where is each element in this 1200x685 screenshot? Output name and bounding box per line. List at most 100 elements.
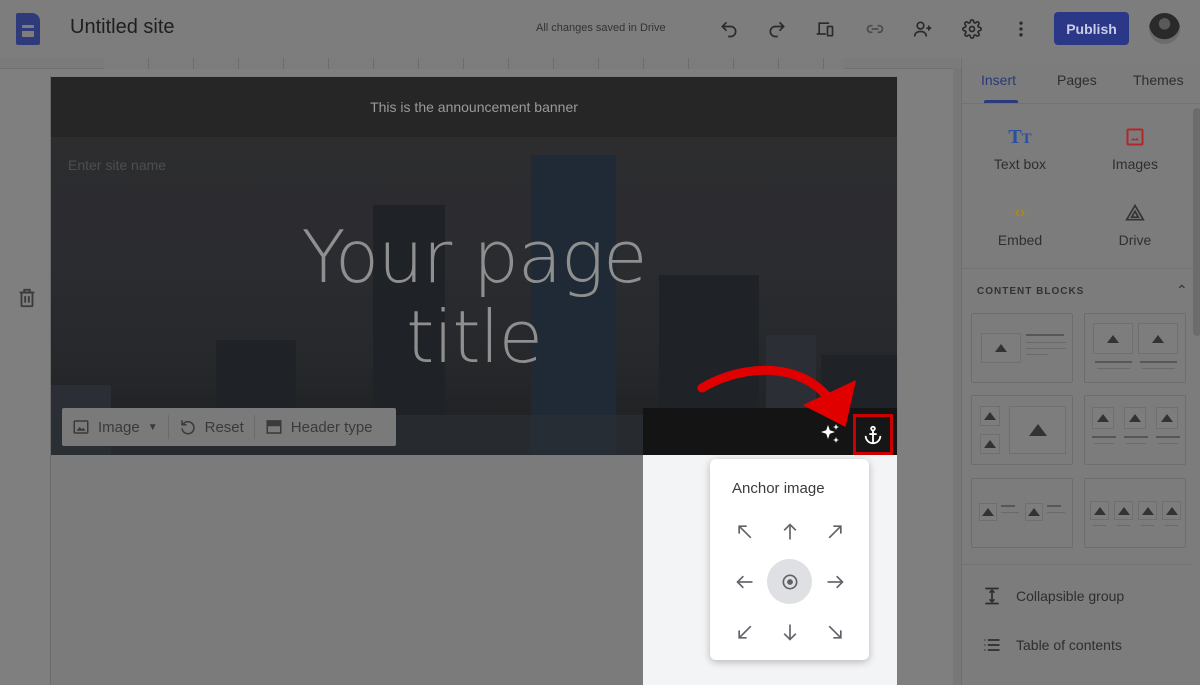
anchor-icon (864, 425, 882, 444)
panel-divider (962, 564, 1192, 565)
top-bar: Untitled site All changes saved in Drive… (0, 0, 1200, 58)
ruler (0, 58, 960, 69)
anchor-center-selected-icon[interactable] (767, 559, 812, 604)
annotation-red-arrow (697, 365, 857, 427)
embed-code-icon: ‹› (1014, 204, 1026, 221)
block-line (1140, 361, 1177, 363)
anchor-image-popup: Anchor image (710, 459, 869, 660)
content-blocks-header: CONTENT BLOCKS (977, 286, 1085, 297)
share-add-person-icon[interactable] (910, 16, 936, 42)
block-line (1047, 505, 1061, 507)
block-line (1124, 436, 1148, 438)
block-image-placeholder-icon (1114, 501, 1133, 520)
block-line (1141, 525, 1154, 526)
anchor-top-right-arrow-icon[interactable] (812, 509, 857, 554)
block-image-placeholder-icon (1090, 501, 1109, 520)
collapse-chevron-up-icon[interactable]: ⌃ (1176, 282, 1188, 299)
content-block-three-images[interactable] (1084, 395, 1186, 465)
block-line (1158, 443, 1178, 444)
block-line (1094, 443, 1114, 444)
insert-drive[interactable]: Drive (1080, 198, 1190, 248)
block-image-placeholder-icon (1093, 323, 1133, 354)
block-image-placeholder-icon (981, 333, 1021, 363)
block-line (1126, 443, 1146, 444)
drive-icon (1080, 198, 1190, 228)
text-box-icon: TT (1008, 125, 1032, 148)
block-line (1142, 368, 1175, 369)
settings-gear-icon[interactable] (959, 16, 985, 42)
block-image-placeholder-icon (980, 406, 1000, 426)
block-line (1001, 505, 1015, 507)
block-line (1026, 334, 1064, 336)
block-image-placeholder-icon (1009, 406, 1066, 454)
page-title-line1: Your page (301, 215, 648, 299)
more-vert-icon[interactable] (1008, 16, 1034, 42)
canvas-scrollbar[interactable] (953, 68, 961, 685)
header-type-button[interactable]: Header type (255, 408, 383, 446)
block-line (1001, 512, 1019, 513)
anchor-bottom-arrow-icon[interactable] (767, 609, 812, 654)
insert-images[interactable]: Images (1080, 122, 1190, 172)
redo-icon[interactable] (764, 16, 790, 42)
block-line (1165, 525, 1178, 526)
insert-images-label: Images (1112, 156, 1158, 172)
toc-list-icon (984, 639, 1000, 651)
insert-text-box-label: Text box (993, 156, 1047, 172)
site-title[interactable]: Untitled site (70, 16, 175, 39)
panel-scrollbar[interactable] (1193, 108, 1200, 336)
block-image-placeholder-icon (980, 434, 1000, 454)
header-type-label: Header type (290, 418, 373, 436)
insert-table-of-contents[interactable]: Table of contents (982, 635, 1122, 655)
content-block-two-images[interactable] (1084, 313, 1186, 383)
anchor-direction-grid (722, 509, 857, 659)
block-line (1097, 368, 1130, 369)
content-block-gallery[interactable] (971, 395, 1073, 465)
dropdown-caret-icon: ▼ (147, 421, 158, 433)
reset-button[interactable]: Reset (169, 408, 254, 446)
content-block-two-image-text[interactable] (971, 478, 1073, 548)
insert-embed[interactable]: ‹› Embed (965, 198, 1075, 248)
account-avatar[interactable] (1149, 13, 1180, 44)
active-tab-indicator (984, 100, 1018, 103)
anchor-bottom-right-arrow-icon[interactable] (812, 609, 857, 654)
publish-button[interactable]: Publish (1054, 12, 1129, 45)
image-icon (73, 420, 89, 434)
preview-devices-icon[interactable] (812, 16, 838, 42)
anchor-left-arrow-icon[interactable] (722, 559, 767, 604)
anchor-popup-title: Anchor image (732, 480, 825, 497)
tab-pages[interactable]: Pages (1057, 72, 1097, 88)
tab-themes[interactable]: Themes (1133, 72, 1184, 88)
block-image-placeholder-icon (1092, 407, 1114, 429)
anchor-top-arrow-icon[interactable] (767, 509, 812, 554)
block-image-placeholder-icon (1156, 407, 1178, 429)
block-image-placeholder-icon (979, 503, 997, 521)
block-image-placeholder-icon (1138, 501, 1157, 520)
insert-collapsible-group[interactable]: Collapsible group (982, 586, 1124, 606)
reset-icon (180, 420, 195, 435)
insert-embed-label: Embed (997, 232, 1043, 248)
header-type-icon (266, 420, 282, 434)
page-title[interactable]: Your page title (51, 217, 897, 377)
anchor-top-left-arrow-icon[interactable] (722, 509, 767, 554)
delete-section-trash-icon[interactable] (16, 287, 38, 309)
google-sites-logo-icon[interactable] (16, 13, 40, 45)
block-line (1047, 512, 1065, 513)
block-line (1026, 348, 1066, 349)
image-dropdown-button[interactable]: Image ▼ (62, 408, 168, 446)
content-block-four-images[interactable] (1084, 478, 1186, 548)
block-line (1026, 342, 1066, 343)
block-image-placeholder-icon (1124, 407, 1146, 429)
anchor-right-arrow-icon[interactable] (812, 559, 857, 604)
anchor-bottom-left-arrow-icon[interactable] (722, 609, 767, 654)
announcement-banner[interactable]: This is the announcement banner (51, 77, 897, 137)
site-name-input[interactable]: Enter site name (68, 157, 166, 173)
collapsible-icon (985, 587, 999, 605)
tab-insert[interactable]: Insert (981, 72, 1016, 88)
insert-text-box[interactable]: TT Text box (965, 122, 1075, 173)
block-image-placeholder-icon (1025, 503, 1043, 521)
block-line (1156, 436, 1180, 438)
content-block-image-text[interactable] (971, 313, 1073, 383)
block-image-placeholder-icon (1138, 323, 1178, 354)
undo-icon[interactable] (716, 16, 742, 42)
copy-link-icon[interactable] (862, 16, 888, 42)
